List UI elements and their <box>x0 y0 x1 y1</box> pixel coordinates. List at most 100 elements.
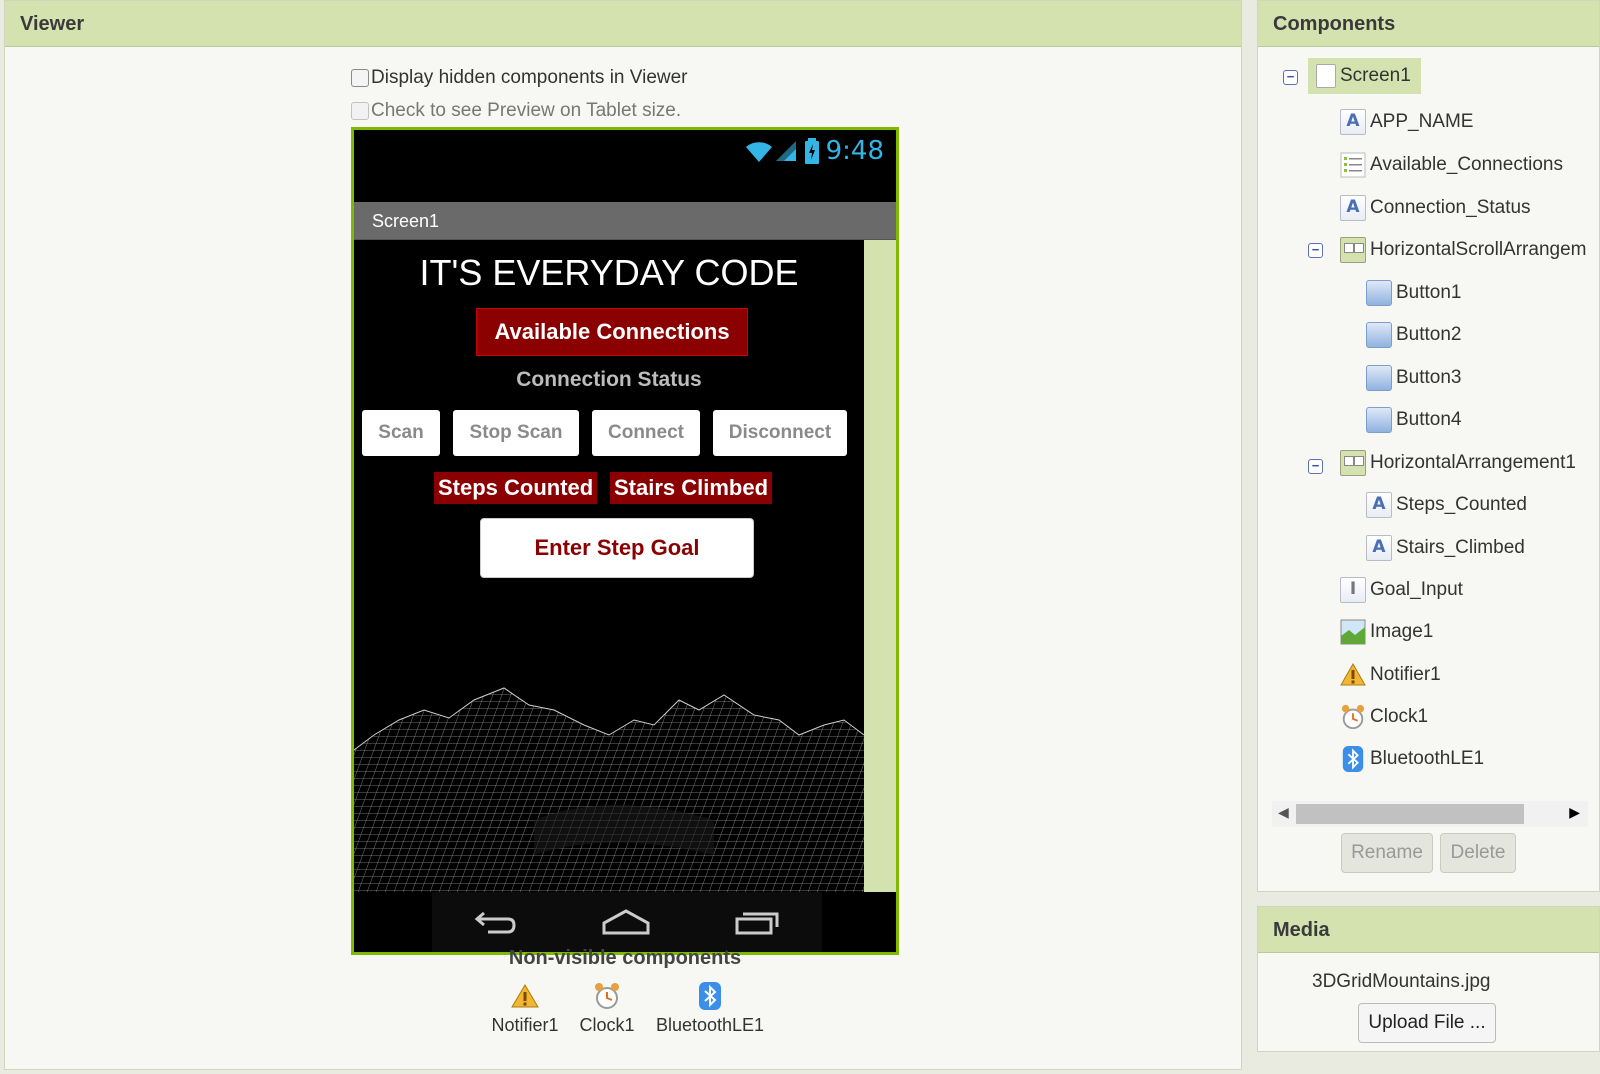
tree-label: Clock1 <box>1370 706 1429 727</box>
stairs-climbed-label: Stairs Climbed <box>610 472 773 504</box>
nonvisible-notifier[interactable]: Notifier1 <box>475 981 575 1036</box>
available-connections-button[interactable]: Available Connections <box>476 308 748 356</box>
scroll-thumb[interactable] <box>1296 804 1524 824</box>
nonvisible-label: Clock1 <box>579 1015 635 1035</box>
label-icon: A <box>1340 109 1366 135</box>
connect-button[interactable]: Connect <box>592 410 700 456</box>
tree-item-button4[interactable]: Button4 <box>1366 407 1462 433</box>
status-icons: 9:48 <box>744 136 884 166</box>
image-icon <box>1340 619 1366 645</box>
alarm-clock-icon <box>595 983 619 1009</box>
scan-button[interactable]: Scan <box>362 410 440 456</box>
media-header: Media <box>1258 907 1599 953</box>
tree-item-horizontal-arrangement[interactable]: HorizontalArrangement1 <box>1340 450 1576 476</box>
display-hidden-checkbox[interactable]: Display hidden components in Viewer <box>351 67 688 89</box>
nonvisible-label: BluetoothLE1 <box>655 1015 765 1035</box>
textbox-icon: I <box>1340 577 1366 603</box>
tree-item-steps-counted[interactable]: A Steps_Counted <box>1366 492 1527 518</box>
tree-label: Stairs_Climbed <box>1396 537 1525 558</box>
tree-item-button1[interactable]: Button1 <box>1366 280 1462 306</box>
tree-label: Notifier1 <box>1370 664 1441 685</box>
tree-label: Button3 <box>1396 367 1462 388</box>
tree-item-bluetoothle1[interactable]: BluetoothLE1 <box>1340 746 1484 772</box>
grid-mountains-image <box>354 687 864 915</box>
label-icon: A <box>1366 535 1392 561</box>
checkbox-label: Display hidden components in Viewer <box>371 67 688 88</box>
nonvisible-title: Non-visible components <box>508 947 742 969</box>
tree-item-button3[interactable]: Button3 <box>1366 365 1462 391</box>
nonvisible-bluetooth[interactable]: BluetoothLE1 <box>645 981 775 1036</box>
collapse-harrangement-icon[interactable]: − <box>1308 459 1323 474</box>
screen-scrollbar[interactable] <box>864 240 896 915</box>
tree-label: Image1 <box>1370 621 1434 642</box>
enter-step-goal-input[interactable]: Enter Step Goal <box>480 518 754 578</box>
recent-apps-icon[interactable] <box>734 907 780 937</box>
tree-label: HorizontalScrollArrangem <box>1370 239 1587 260</box>
screen-title-bar: Screen1 <box>354 202 896 240</box>
stop-scan-button[interactable]: Stop Scan <box>453 410 579 456</box>
upload-file-button[interactable]: Upload File ... <box>1358 1003 1496 1043</box>
checkbox-label: Check to see Preview on Tablet size. <box>371 100 682 121</box>
delete-button[interactable]: Delete <box>1440 833 1516 873</box>
collapse-screen1-icon[interactable]: − <box>1283 70 1298 85</box>
tree-item-connection-status[interactable]: A Connection_Status <box>1340 195 1531 221</box>
label-icon: A <box>1340 195 1366 221</box>
tree-item-clock1[interactable]: Clock1 <box>1340 704 1428 730</box>
rename-button[interactable]: Rename <box>1341 833 1433 873</box>
tree-item-notifier1[interactable]: Notifier1 <box>1340 662 1441 688</box>
tablet-preview-checkbox[interactable]: Check to see Preview on Tablet size. <box>351 100 681 122</box>
tree-label: APP_NAME <box>1370 111 1474 132</box>
connection-status-label: Connection Status <box>516 368 702 391</box>
tree-item-button2[interactable]: Button2 <box>1366 322 1462 348</box>
tree-item-app-name[interactable]: A APP_NAME <box>1340 109 1473 135</box>
tree-item-stairs-climbed[interactable]: A Stairs_Climbed <box>1366 535 1525 561</box>
app-name-label: IT'S EVERYDAY CODE <box>419 252 799 293</box>
warning-icon <box>1340 662 1366 686</box>
tree-label: Button4 <box>1396 409 1462 430</box>
viewer-panel: Viewer Display hidden components in View… <box>4 0 1242 1070</box>
wifi-icon <box>745 142 772 162</box>
collapse-hscroll-icon[interactable]: − <box>1308 243 1323 258</box>
components-panel: Components − − − Screen1 A APP_NAME Avai… <box>1257 0 1600 892</box>
scroll-left-icon[interactable]: ◀ <box>1278 804 1289 821</box>
home-icon[interactable] <box>601 907 651 937</box>
listview-icon <box>1340 152 1366 178</box>
checkbox-box[interactable] <box>351 102 369 120</box>
tree-label: BluetoothLE1 <box>1370 748 1485 769</box>
components-hscrollbar[interactable]: ◀ ▶ <box>1272 801 1588 827</box>
tree-item-image1[interactable]: Image1 <box>1340 619 1433 645</box>
bluetooth-icon <box>699 982 721 1010</box>
button-icon <box>1366 280 1392 306</box>
tree-label: Steps_Counted <box>1396 494 1527 515</box>
components-header: Components <box>1258 1 1599 47</box>
viewer-header: Viewer <box>5 1 1241 47</box>
status-time: 9:48 <box>825 136 884 166</box>
disconnect-button[interactable]: Disconnect <box>713 410 847 456</box>
tree-item-screen1[interactable]: Screen1 <box>1308 58 1421 94</box>
arrangement-icon <box>1340 450 1366 476</box>
screen-icon <box>1316 64 1336 88</box>
battery-icon <box>804 138 819 164</box>
media-file-item[interactable]: 3DGridMountains.jpg <box>1258 971 1599 993</box>
tree-label: HorizontalArrangement1 <box>1370 452 1576 473</box>
android-nav-bar <box>354 892 896 952</box>
nav-buttons <box>432 892 822 952</box>
phone-preview: 9:48 Screen1 IT'S EVERYDAY CODE Availabl… <box>351 127 899 955</box>
button-icon <box>1366 365 1392 391</box>
nonvisible-label: Notifier1 <box>491 1015 559 1035</box>
steps-counted-label: Steps Counted <box>434 472 598 504</box>
tree-label: Connection_Status <box>1370 197 1531 218</box>
bluetooth-icon <box>1342 746 1364 772</box>
scroll-right-icon[interactable]: ▶ <box>1569 804 1580 821</box>
alarm-clock-icon <box>1341 704 1365 730</box>
back-icon[interactable] <box>474 907 518 937</box>
tree-label: Button2 <box>1396 324 1462 345</box>
media-panel: Media 3DGridMountains.jpg Upload File ..… <box>1257 906 1600 1052</box>
tree-item-hscroll-arrangement[interactable]: HorizontalScrollArrangem <box>1340 237 1586 263</box>
tree-item-available-connections[interactable]: Available_Connections <box>1340 152 1563 178</box>
warning-icon <box>511 984 539 1008</box>
app-screen: IT'S EVERYDAY CODE Available Connections… <box>354 240 864 915</box>
checkbox-box[interactable] <box>351 69 369 87</box>
nonvisible-clock[interactable]: Clock1 <box>567 981 647 1036</box>
tree-item-goal-input[interactable]: I Goal_Input <box>1340 577 1463 603</box>
